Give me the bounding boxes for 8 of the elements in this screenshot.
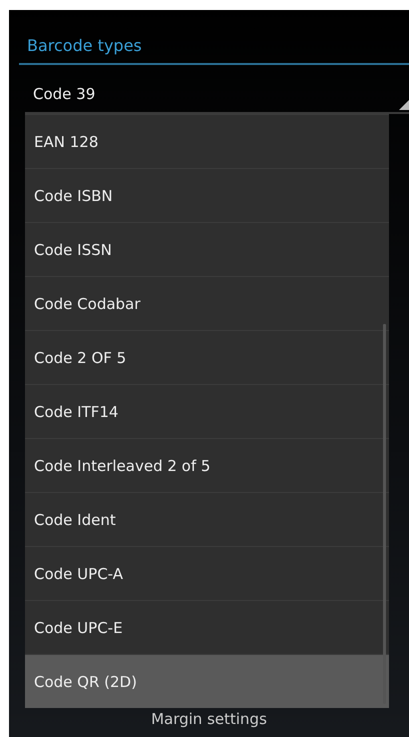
dropdown-item[interactable]: Code ISBN bbox=[25, 168, 389, 222]
dropdown-item[interactable]: Code ISSN bbox=[25, 222, 389, 276]
section-title: Barcode types bbox=[19, 10, 409, 65]
dropdown-corner-icon bbox=[399, 100, 409, 110]
dropdown-item[interactable]: Code Codabar bbox=[25, 276, 389, 330]
dropdown-item[interactable]: EAN 128 bbox=[25, 114, 389, 168]
dropdown-item[interactable]: Code QR (2D) bbox=[25, 654, 389, 708]
section-label: Margin settings bbox=[150, 710, 268, 728]
